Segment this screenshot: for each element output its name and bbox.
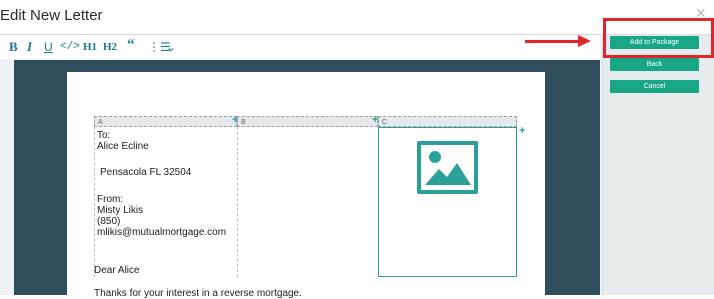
add-column-icon[interactable]: + xyxy=(372,115,378,126)
add-column-icon[interactable]: + xyxy=(519,126,525,137)
column-a-label: A xyxy=(98,119,103,126)
column-header-b[interactable]: B xyxy=(237,116,378,127)
from-label: From: xyxy=(97,194,124,205)
column-c-label: C xyxy=(382,119,388,126)
table-cell-b[interactable] xyxy=(237,127,378,277)
annotation-arrow-shaft xyxy=(525,40,580,43)
table-cell-a[interactable]: To: Alice Ecline Pensacola FL 32504 From… xyxy=(94,127,237,277)
heading1-button[interactable]: H1 xyxy=(83,40,97,54)
edit-letter-dialog: Edit New Letter × B I U </> H1 H2 “ ⋮☰ ⌄… xyxy=(0,0,714,299)
column-header-c[interactable]: C xyxy=(378,116,517,127)
code-button[interactable]: </> xyxy=(60,40,80,54)
table-cell-c[interactable] xyxy=(378,127,517,277)
recipient-name: Alice Ecline xyxy=(97,141,149,152)
column-header-a[interactable]: A xyxy=(94,116,237,127)
sender-email: mlikis@mutualmortgage.com xyxy=(97,227,227,238)
underline-button[interactable]: U xyxy=(44,40,53,54)
letter-body-line: Thanks for your interest in a reverse mo… xyxy=(94,288,302,299)
back-button[interactable]: Back xyxy=(610,58,699,71)
actions-panel xyxy=(602,35,714,295)
recipient-city: Pensacola FL 32504 xyxy=(100,167,192,178)
cancel-button[interactable]: Cancel xyxy=(610,80,699,93)
letter-greeting: Dear Alice xyxy=(94,265,140,276)
editor-canvas[interactable]: A B C + + + To: Alice Ecline Pensacola F… xyxy=(14,60,600,299)
letter-page[interactable]: A B C + + + To: Alice Ecline Pensacola F… xyxy=(67,72,545,299)
chevron-down-icon[interactable]: ⌄ xyxy=(166,40,176,54)
annotation-highlight-box xyxy=(603,18,714,58)
to-label: To: xyxy=(97,130,111,141)
annotation-arrow-head xyxy=(578,35,591,47)
dialog-title: Edit New Letter xyxy=(0,7,103,24)
add-column-icon[interactable]: + xyxy=(232,115,238,126)
sender-phone: (850) xyxy=(97,216,121,227)
column-b-label: B xyxy=(241,119,246,126)
quote-button[interactable]: “ xyxy=(127,38,135,53)
bold-button[interactable]: B xyxy=(9,40,18,54)
heading2-button[interactable]: H2 xyxy=(103,40,117,54)
image-placeholder-icon xyxy=(417,141,478,194)
sender-name: Misty Likis xyxy=(97,205,144,216)
italic-button[interactable]: I xyxy=(27,40,32,54)
formatting-toolbar: B I U </> H1 H2 “ ⋮☰ ⌄ xyxy=(0,35,600,59)
